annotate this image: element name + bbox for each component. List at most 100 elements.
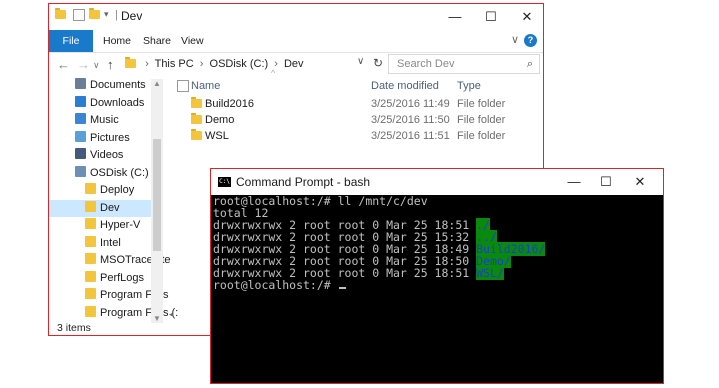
sidebar-item[interactable]: Videos bbox=[49, 147, 151, 164]
sidebar-item-label: Intel bbox=[100, 236, 121, 249]
folder-icon bbox=[85, 200, 96, 212]
status-item-count: 3 items bbox=[57, 322, 91, 334]
cmd-close-button[interactable]: ✕ bbox=[623, 171, 657, 193]
sidebar-item-label: Music bbox=[90, 114, 119, 126]
folder-icon bbox=[191, 129, 202, 140]
folder-icon bbox=[85, 305, 96, 317]
tab-view[interactable]: View bbox=[181, 30, 204, 52]
file-row[interactable]: Build2016 3/25/2016 11:49 File folder bbox=[179, 96, 539, 112]
sidebar-item-label: Downloads bbox=[90, 96, 145, 109]
help-icon[interactable]: ? bbox=[524, 34, 537, 47]
horizontal-scrollbar[interactable]: ◂ bbox=[165, 309, 195, 323]
terminal-line: root@localhost:/# bbox=[213, 279, 661, 291]
sidebar-item[interactable]: Deploy bbox=[49, 182, 151, 199]
scroll-left-icon[interactable]: ◂ bbox=[169, 309, 174, 320]
explorer-title-bar: ▾ | Dev — ☐ ✕ bbox=[49, 4, 543, 30]
file-name: Demo bbox=[205, 114, 235, 126]
folder-icon bbox=[191, 113, 202, 124]
refresh-icon[interactable]: ↻ bbox=[373, 56, 383, 70]
sidebar-item-label: Hyper-V bbox=[100, 219, 141, 231]
folder-icon bbox=[55, 8, 67, 22]
sidebar-item[interactable]: MSOTraceLite bbox=[49, 252, 171, 269]
search-input[interactable]: Search Dev ⌕ bbox=[388, 54, 540, 74]
drive-icon bbox=[75, 165, 86, 177]
breadcrumb-separator: › bbox=[145, 58, 149, 70]
file-row[interactable]: WSL 3/25/2016 11:51 File folder bbox=[179, 128, 539, 144]
sidebar-item[interactable]: Program Files (: bbox=[49, 305, 178, 322]
search-placeholder: Search Dev bbox=[397, 58, 455, 70]
column-header-date[interactable]: Date modified bbox=[371, 77, 439, 95]
sidebar-item[interactable]: Pictures bbox=[49, 130, 151, 147]
downloads-icon bbox=[75, 95, 86, 107]
folder-icon bbox=[85, 270, 96, 282]
terminal-line-text: root@localhost:/# bbox=[213, 278, 338, 292]
tab-share[interactable]: Share bbox=[143, 30, 171, 52]
sidebar-item-label: PerfLogs bbox=[100, 271, 145, 284]
sidebar-item[interactable]: OSDisk (C:) bbox=[49, 165, 151, 182]
column-header-type[interactable]: Type bbox=[457, 77, 481, 95]
folder-icon bbox=[191, 97, 202, 108]
scroll-down-icon[interactable]: ▼ bbox=[151, 314, 163, 323]
maximize-button[interactable]: ☐ bbox=[473, 6, 509, 28]
sidebar-item[interactable]: Program Files bbox=[49, 287, 168, 304]
file-date-modified: 3/25/2016 11:49 bbox=[371, 98, 450, 110]
forward-arrow-icon[interactable]: → bbox=[77, 57, 90, 72]
cmd-title-bar: C:\ Command Prompt - bash — ☐ ✕ bbox=[211, 169, 663, 195]
scrollbar-thumb[interactable] bbox=[153, 139, 161, 251]
recent-locations-icon[interactable]: ∨ bbox=[93, 60, 100, 71]
music-icon bbox=[75, 113, 86, 124]
expand-ribbon-icon[interactable]: ∨ bbox=[511, 33, 519, 46]
sidebar-item[interactable]: Music bbox=[49, 112, 151, 129]
select-all-checkbox[interactable] bbox=[177, 80, 189, 92]
breadcrumb-dev[interactable]: Dev bbox=[284, 58, 304, 70]
folder-icon bbox=[85, 288, 96, 299]
file-name: Build2016 bbox=[205, 98, 254, 110]
folder-icon bbox=[125, 57, 136, 68]
sidebar-item[interactable]: Documents bbox=[49, 77, 151, 94]
sidebar-item[interactable]: Dev bbox=[49, 199, 151, 217]
folder-icon bbox=[85, 235, 96, 247]
pictures-icon bbox=[75, 130, 86, 142]
scroll-up-icon[interactable]: ▲ bbox=[151, 79, 163, 88]
directory-name: WSL/ bbox=[476, 266, 504, 280]
text-cursor bbox=[338, 287, 346, 289]
command-prompt-window: C:\ Command Prompt - bash — ☐ ✕ root@loc… bbox=[210, 168, 664, 384]
navigation-scrollbar[interactable]: ▲ ▼ bbox=[151, 79, 163, 323]
tab-home[interactable]: Home bbox=[103, 30, 131, 52]
file-type: File folder bbox=[457, 114, 506, 126]
search-icon: ⌕ bbox=[526, 58, 533, 70]
folder-icon bbox=[85, 218, 96, 229]
sidebar-item-label: Dev bbox=[100, 201, 120, 214]
minimize-button[interactable]: — bbox=[437, 6, 473, 28]
sidebar-item-label: Videos bbox=[90, 149, 124, 161]
file-type: File folder bbox=[457, 98, 506, 110]
address-breadcrumb[interactable]: › This PC › OSDisk (C:) › Dev bbox=[125, 54, 387, 74]
command-prompt-icon: C:\ bbox=[218, 177, 231, 187]
sidebar-item-label: Deploy bbox=[100, 184, 135, 196]
sidebar-item[interactable]: Downloads bbox=[49, 95, 151, 112]
sidebar-item[interactable]: PerfLogs bbox=[49, 270, 151, 287]
properties-icon[interactable] bbox=[73, 9, 85, 21]
tab-file[interactable]: File bbox=[49, 30, 93, 52]
new-folder-icon[interactable] bbox=[89, 8, 101, 22]
sidebar-item[interactable]: Hyper-V bbox=[49, 217, 151, 234]
terminal-output[interactable]: root@localhost:/# ll /mnt/c/dev total 12 d… bbox=[213, 195, 661, 291]
column-header-name[interactable]: Name bbox=[191, 77, 220, 95]
file-date-modified: 3/25/2016 11:51 bbox=[371, 130, 450, 142]
cmd-maximize-button[interactable]: ☐ bbox=[589, 171, 623, 193]
file-date-modified: 3/25/2016 11:50 bbox=[371, 114, 450, 126]
title-divider: | bbox=[115, 9, 118, 21]
breadcrumb-this-pc[interactable]: This PC bbox=[155, 58, 194, 70]
up-arrow-icon[interactable]: ↑ bbox=[107, 57, 114, 72]
documents-icon bbox=[75, 78, 86, 89]
terminal-line: root@localhost:/# ll /mnt/c/dev bbox=[213, 195, 661, 207]
back-arrow-icon[interactable]: ← bbox=[57, 57, 70, 72]
breadcrumb-osdisk[interactable]: OSDisk (C:) bbox=[210, 58, 269, 70]
sidebar-item[interactable]: Intel bbox=[49, 235, 151, 252]
close-button[interactable]: ✕ bbox=[509, 6, 543, 28]
cmd-title: Command Prompt - bash bbox=[236, 175, 371, 189]
ribbon-tabs: File Home Share View ∨ ? bbox=[49, 30, 543, 53]
cmd-minimize-button[interactable]: — bbox=[557, 171, 591, 193]
address-dropdown-icon[interactable]: ∨ bbox=[357, 56, 364, 67]
file-row[interactable]: Demo 3/25/2016 11:50 File folder bbox=[179, 112, 539, 128]
